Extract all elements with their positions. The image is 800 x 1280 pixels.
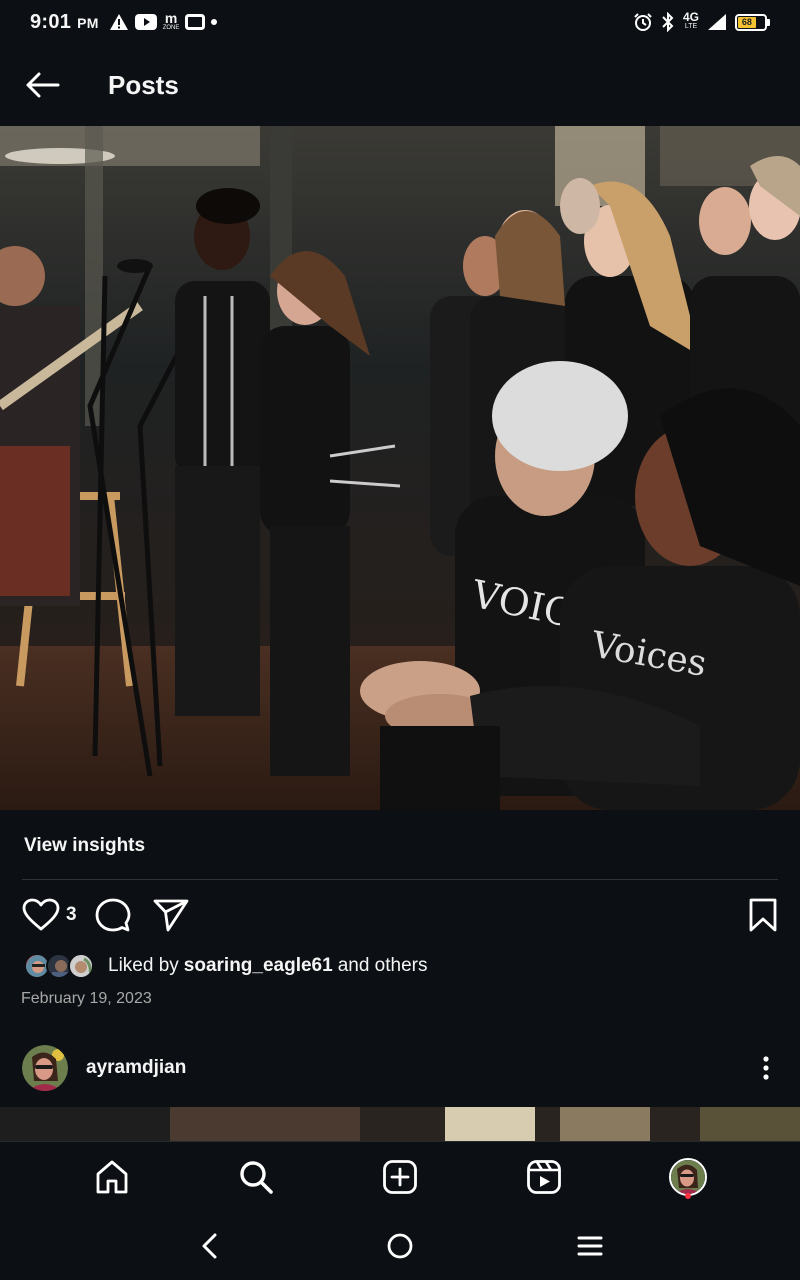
top-app-bar: Posts bbox=[0, 44, 800, 126]
save-button[interactable] bbox=[748, 898, 778, 932]
status-right: 4G LTE 68 bbox=[633, 10, 770, 32]
signal-icon bbox=[708, 14, 726, 30]
alarm-icon bbox=[634, 13, 652, 31]
heart-icon bbox=[22, 898, 60, 931]
view-insights-link[interactable]: View insights bbox=[24, 826, 145, 866]
warning-icon bbox=[109, 14, 128, 30]
share-button[interactable] bbox=[153, 898, 189, 932]
like-count[interactable]: 3 bbox=[66, 904, 77, 926]
liked-by-username[interactable]: soaring_eagle61 bbox=[184, 955, 333, 977]
notification-icons: m ZONE bbox=[109, 9, 218, 32]
tab-reels[interactable] bbox=[504, 1147, 584, 1207]
liked-by-prefix: Liked by bbox=[108, 955, 179, 976]
next-post-image[interactable] bbox=[0, 1107, 800, 1141]
arrow-left-icon bbox=[26, 72, 60, 98]
home-circle-icon bbox=[387, 1233, 413, 1258]
network-type: 4G bbox=[682, 10, 699, 24]
author-username[interactable]: ayramdjian bbox=[86, 1057, 186, 1079]
create-icon bbox=[383, 1159, 417, 1194]
post-actions: 3 bbox=[22, 893, 778, 937]
post-image[interactable]: VOICES Voices bbox=[0, 126, 800, 810]
tab-profile[interactable] bbox=[648, 1147, 728, 1207]
more-options-button[interactable] bbox=[754, 1048, 778, 1088]
back-icon bbox=[202, 1233, 217, 1258]
page-title: Posts bbox=[108, 69, 179, 100]
dot-icon bbox=[211, 19, 218, 25]
system-back-button[interactable] bbox=[190, 1226, 230, 1266]
reels-icon bbox=[527, 1159, 561, 1194]
system-recents-button[interactable] bbox=[570, 1226, 610, 1266]
post-date: February 19, 2023 bbox=[21, 990, 152, 1007]
liked-by-suffix[interactable]: and others bbox=[338, 955, 428, 977]
network-indicator: 4G LTE bbox=[682, 10, 699, 31]
network-subtype: LTE bbox=[684, 23, 698, 30]
more-vertical-icon bbox=[763, 1056, 769, 1080]
search-icon bbox=[240, 1160, 273, 1194]
profile-avatar bbox=[669, 1157, 707, 1196]
battery-body: 68 bbox=[735, 13, 767, 31]
tab-home[interactable] bbox=[72, 1147, 152, 1207]
battery-level: 68 bbox=[738, 16, 756, 28]
home-icon bbox=[96, 1160, 128, 1193]
comment-button[interactable] bbox=[95, 897, 131, 933]
choir-photo: VOICES Voices bbox=[0, 126, 800, 810]
bottom-navigation bbox=[0, 1141, 800, 1211]
system-home-button[interactable] bbox=[380, 1226, 420, 1266]
divider bbox=[22, 879, 778, 880]
back-button[interactable] bbox=[0, 44, 84, 126]
status-ampm: PM bbox=[77, 14, 99, 31]
author-avatar[interactable] bbox=[22, 1045, 68, 1091]
liker-avatars bbox=[24, 952, 96, 980]
mzone-top: m bbox=[164, 9, 178, 26]
battery-icon: 68 bbox=[735, 13, 770, 31]
status-time: 9:01 PM bbox=[30, 10, 99, 33]
screen-icon bbox=[185, 14, 206, 30]
mzone-bottom: ZONE bbox=[162, 24, 180, 31]
tab-search[interactable] bbox=[216, 1147, 296, 1207]
battery-cap bbox=[767, 18, 770, 26]
mzone-icon: m ZONE bbox=[162, 9, 180, 32]
bluetooth-icon bbox=[662, 12, 674, 32]
post-header: ayramdjian bbox=[22, 1044, 778, 1092]
send-icon bbox=[153, 899, 188, 932]
menu-icon bbox=[577, 1236, 603, 1255]
bookmark-icon bbox=[749, 898, 777, 932]
like-button[interactable] bbox=[22, 898, 60, 932]
liked-by-row[interactable]: Liked by soaring_eagle61 and others bbox=[24, 950, 428, 982]
system-navigation bbox=[0, 1211, 800, 1280]
tab-create[interactable] bbox=[360, 1147, 440, 1207]
youtube-icon bbox=[134, 14, 157, 30]
status-bar: 9:01 PM m ZONE 4G LTE 68 bbox=[0, 0, 800, 44]
status-left: 9:01 PM m ZONE bbox=[30, 9, 218, 34]
notification-dot bbox=[685, 1192, 691, 1199]
liker-avatar bbox=[68, 953, 94, 979]
comment-icon bbox=[95, 898, 130, 932]
